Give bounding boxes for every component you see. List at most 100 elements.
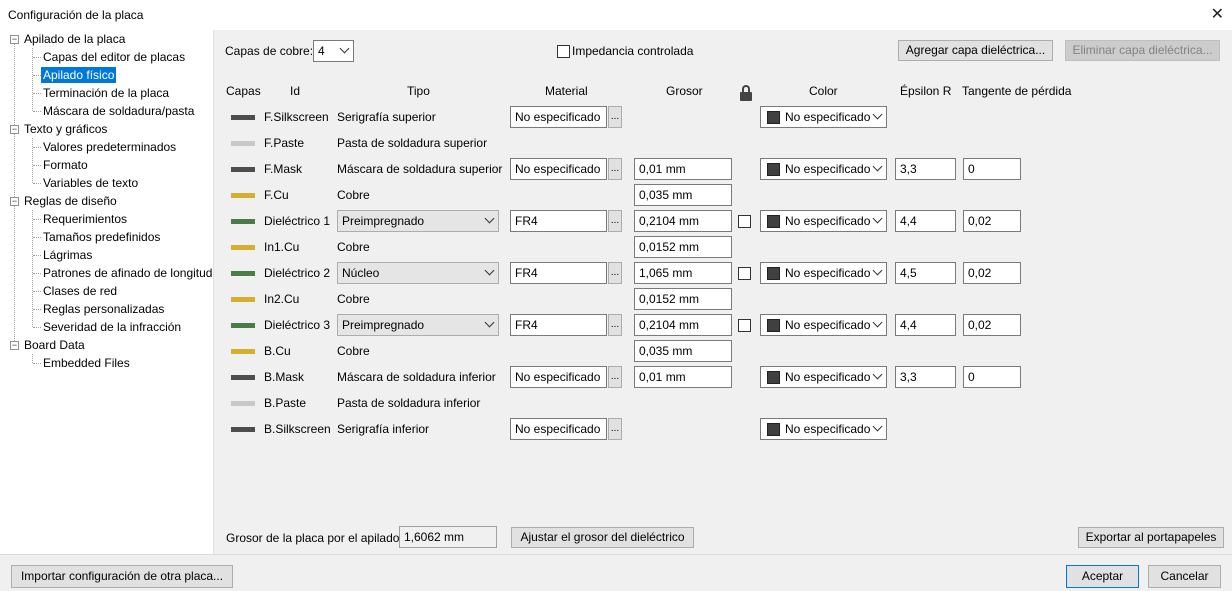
epsilon-field[interactable]: 4,4 [895,210,956,232]
material-field[interactable]: FR4 [510,262,607,284]
material-browse-button[interactable]: ... [608,366,622,388]
tree-item-board-stackup[interactable]: Apilado de la placa [24,30,125,48]
close-icon[interactable]: ✕ [1211,4,1224,24]
material-browse-button[interactable]: ... [608,106,622,128]
tree-item-board-editor-layers[interactable]: Capas del editor de placas [43,48,185,66]
tree-item-label: Reglas de diseño [24,194,117,208]
color-preview [767,267,780,280]
tree-item-defaults[interactable]: Valores predeterminados [43,138,176,156]
tree-item-teardrops[interactable]: Lágrimas [43,246,92,264]
material-field[interactable]: FR4 [510,210,607,232]
material-browse-button[interactable]: ... [608,158,622,180]
loss-tangent-field[interactable]: 0 [963,366,1021,388]
thickness-field[interactable]: 0,0152 mm [634,288,732,310]
loss-tangent-field[interactable]: 0,02 [963,210,1021,232]
thickness-field[interactable]: 0,01 mm [634,366,732,388]
collapse-icon[interactable]: − [10,125,19,134]
color-preview [767,215,780,228]
color-select[interactable]: No especificado [760,314,887,336]
lock-thickness-checkbox[interactable] [738,267,751,280]
collapse-icon[interactable]: − [10,341,19,350]
loss-tangent-field[interactable]: 0 [963,158,1021,180]
tree-item-label: Clases de red [43,284,118,298]
thickness-field[interactable]: 0,0152 mm [634,236,732,258]
color-select[interactable]: No especificado [760,210,887,232]
layer-id: F.Mask [264,162,303,176]
tree-item-custom-rules[interactable]: Reglas personalizadas [43,300,164,318]
ok-button[interactable]: Aceptar [1066,565,1139,588]
header-id: Id [290,84,301,98]
collapse-icon[interactable]: − [10,197,19,206]
thickness-field[interactable]: 0,035 mm [634,340,732,362]
layer-id: Dieléctrico 1 [264,214,331,228]
epsilon-field[interactable]: 3,3 [895,366,956,388]
material-browse-button[interactable]: ... [608,418,622,440]
tree-item-formatting[interactable]: Formato [43,156,88,174]
material-field[interactable]: No especificado [510,158,607,180]
color-select[interactable]: No especificado [760,262,887,284]
epsilon-field[interactable]: 4,5 [895,262,956,284]
tree-item-design-rules[interactable]: Reglas de diseño [24,192,117,210]
chevron-down-icon [872,421,883,432]
collapse-icon[interactable]: − [10,35,19,44]
color-select[interactable]: No especificado [760,158,887,180]
impedance-checkbox[interactable] [557,45,570,58]
add-dielectric-button[interactable]: Agregar capa dieléctrica... [898,40,1053,61]
adjust-dielectric-button[interactable]: Ajustar el grosor del dieléctrico [511,527,694,548]
remove-dielectric-button[interactable]: Eliminar capa dieléctrica... [1065,40,1220,61]
export-clipboard-button[interactable]: Exportar al portapapeles [1078,527,1224,548]
type-select[interactable]: Preimpregnado [337,314,499,336]
tree-item-length-tuning[interactable]: Patrones de afinado de longitud [43,264,212,282]
layer-color-swatch [231,219,255,224]
tree-item-text-graphics[interactable]: Texto y gráficos [24,120,107,138]
tree-item-label: Variables de texto [43,176,139,190]
tree-item-solder-mask-paste[interactable]: Máscara de soldadura/pasta [43,102,194,120]
tree-item-physical-stackup[interactable]: Apilado físico [41,66,117,84]
lock-thickness-checkbox[interactable] [738,215,751,228]
window-title: Configuración de la placa [8,8,144,22]
material-browse-button[interactable]: ... [608,314,622,336]
material-browse-button[interactable]: ... [608,262,622,284]
material-field[interactable]: No especificado [510,366,607,388]
lock-thickness-checkbox[interactable] [738,319,751,332]
layer-id: F.Silkscreen [264,110,329,124]
tree-item-text-variables[interactable]: Variables de texto [43,174,138,192]
header-material: Material [545,84,588,98]
tree-item-embedded-files[interactable]: Embedded Files [43,354,130,372]
color-select[interactable]: No especificado [760,418,887,440]
tree-item-violation-severity[interactable]: Severidad de la infracción [43,318,181,336]
layer-color-swatch [231,141,255,146]
tree-item-constraints[interactable]: Requerimientos [43,210,127,228]
epsilon-field[interactable]: 4,4 [895,314,956,336]
copper-layers-select[interactable]: 4 [313,40,354,62]
material-field[interactable]: No especificado [510,418,607,440]
tree-item-net-classes[interactable]: Clases de red [43,282,117,300]
thickness-field[interactable]: 0,2104 mm [634,314,732,336]
tree-connector [33,327,41,328]
loss-tangent-field[interactable]: 0,02 [963,262,1021,284]
tree-item-board-data[interactable]: Board Data [24,336,85,354]
import-settings-button[interactable]: Importar configuración de otra placa... [11,565,233,588]
tree-item-board-finish[interactable]: Terminación de la placa [43,84,169,102]
layer-type: Serigrafía inferior [337,422,430,436]
layer-color-swatch [231,167,255,172]
color-select[interactable]: No especificado [760,366,887,388]
loss-tangent-field[interactable]: 0,02 [963,314,1021,336]
material-browse-button[interactable]: ... [608,210,622,232]
cancel-button[interactable]: Cancelar [1148,565,1221,588]
thickness-field[interactable]: 0,035 mm [634,184,732,206]
epsilon-field[interactable]: 3,3 [895,158,956,180]
header-layers: Capas [226,84,261,98]
tree-item-label: Máscara de soldadura/pasta [43,104,195,118]
type-select[interactable]: Preimpregnado [337,210,499,232]
thickness-field[interactable]: 0,01 mm [634,158,732,180]
layer-type: Pasta de soldadura superior [337,136,488,150]
material-field[interactable]: No especificado [510,106,607,128]
thickness-field[interactable]: 1,065 mm [634,262,732,284]
tree-item-predefined-sizes[interactable]: Tamaños predefinidos [43,228,160,246]
title-bar: Configuración de la placa ✕ [0,0,1232,30]
color-select[interactable]: No especificado [760,106,887,128]
material-field[interactable]: FR4 [510,314,607,336]
type-select[interactable]: Núcleo [337,262,499,284]
thickness-field[interactable]: 0,2104 mm [634,210,732,232]
